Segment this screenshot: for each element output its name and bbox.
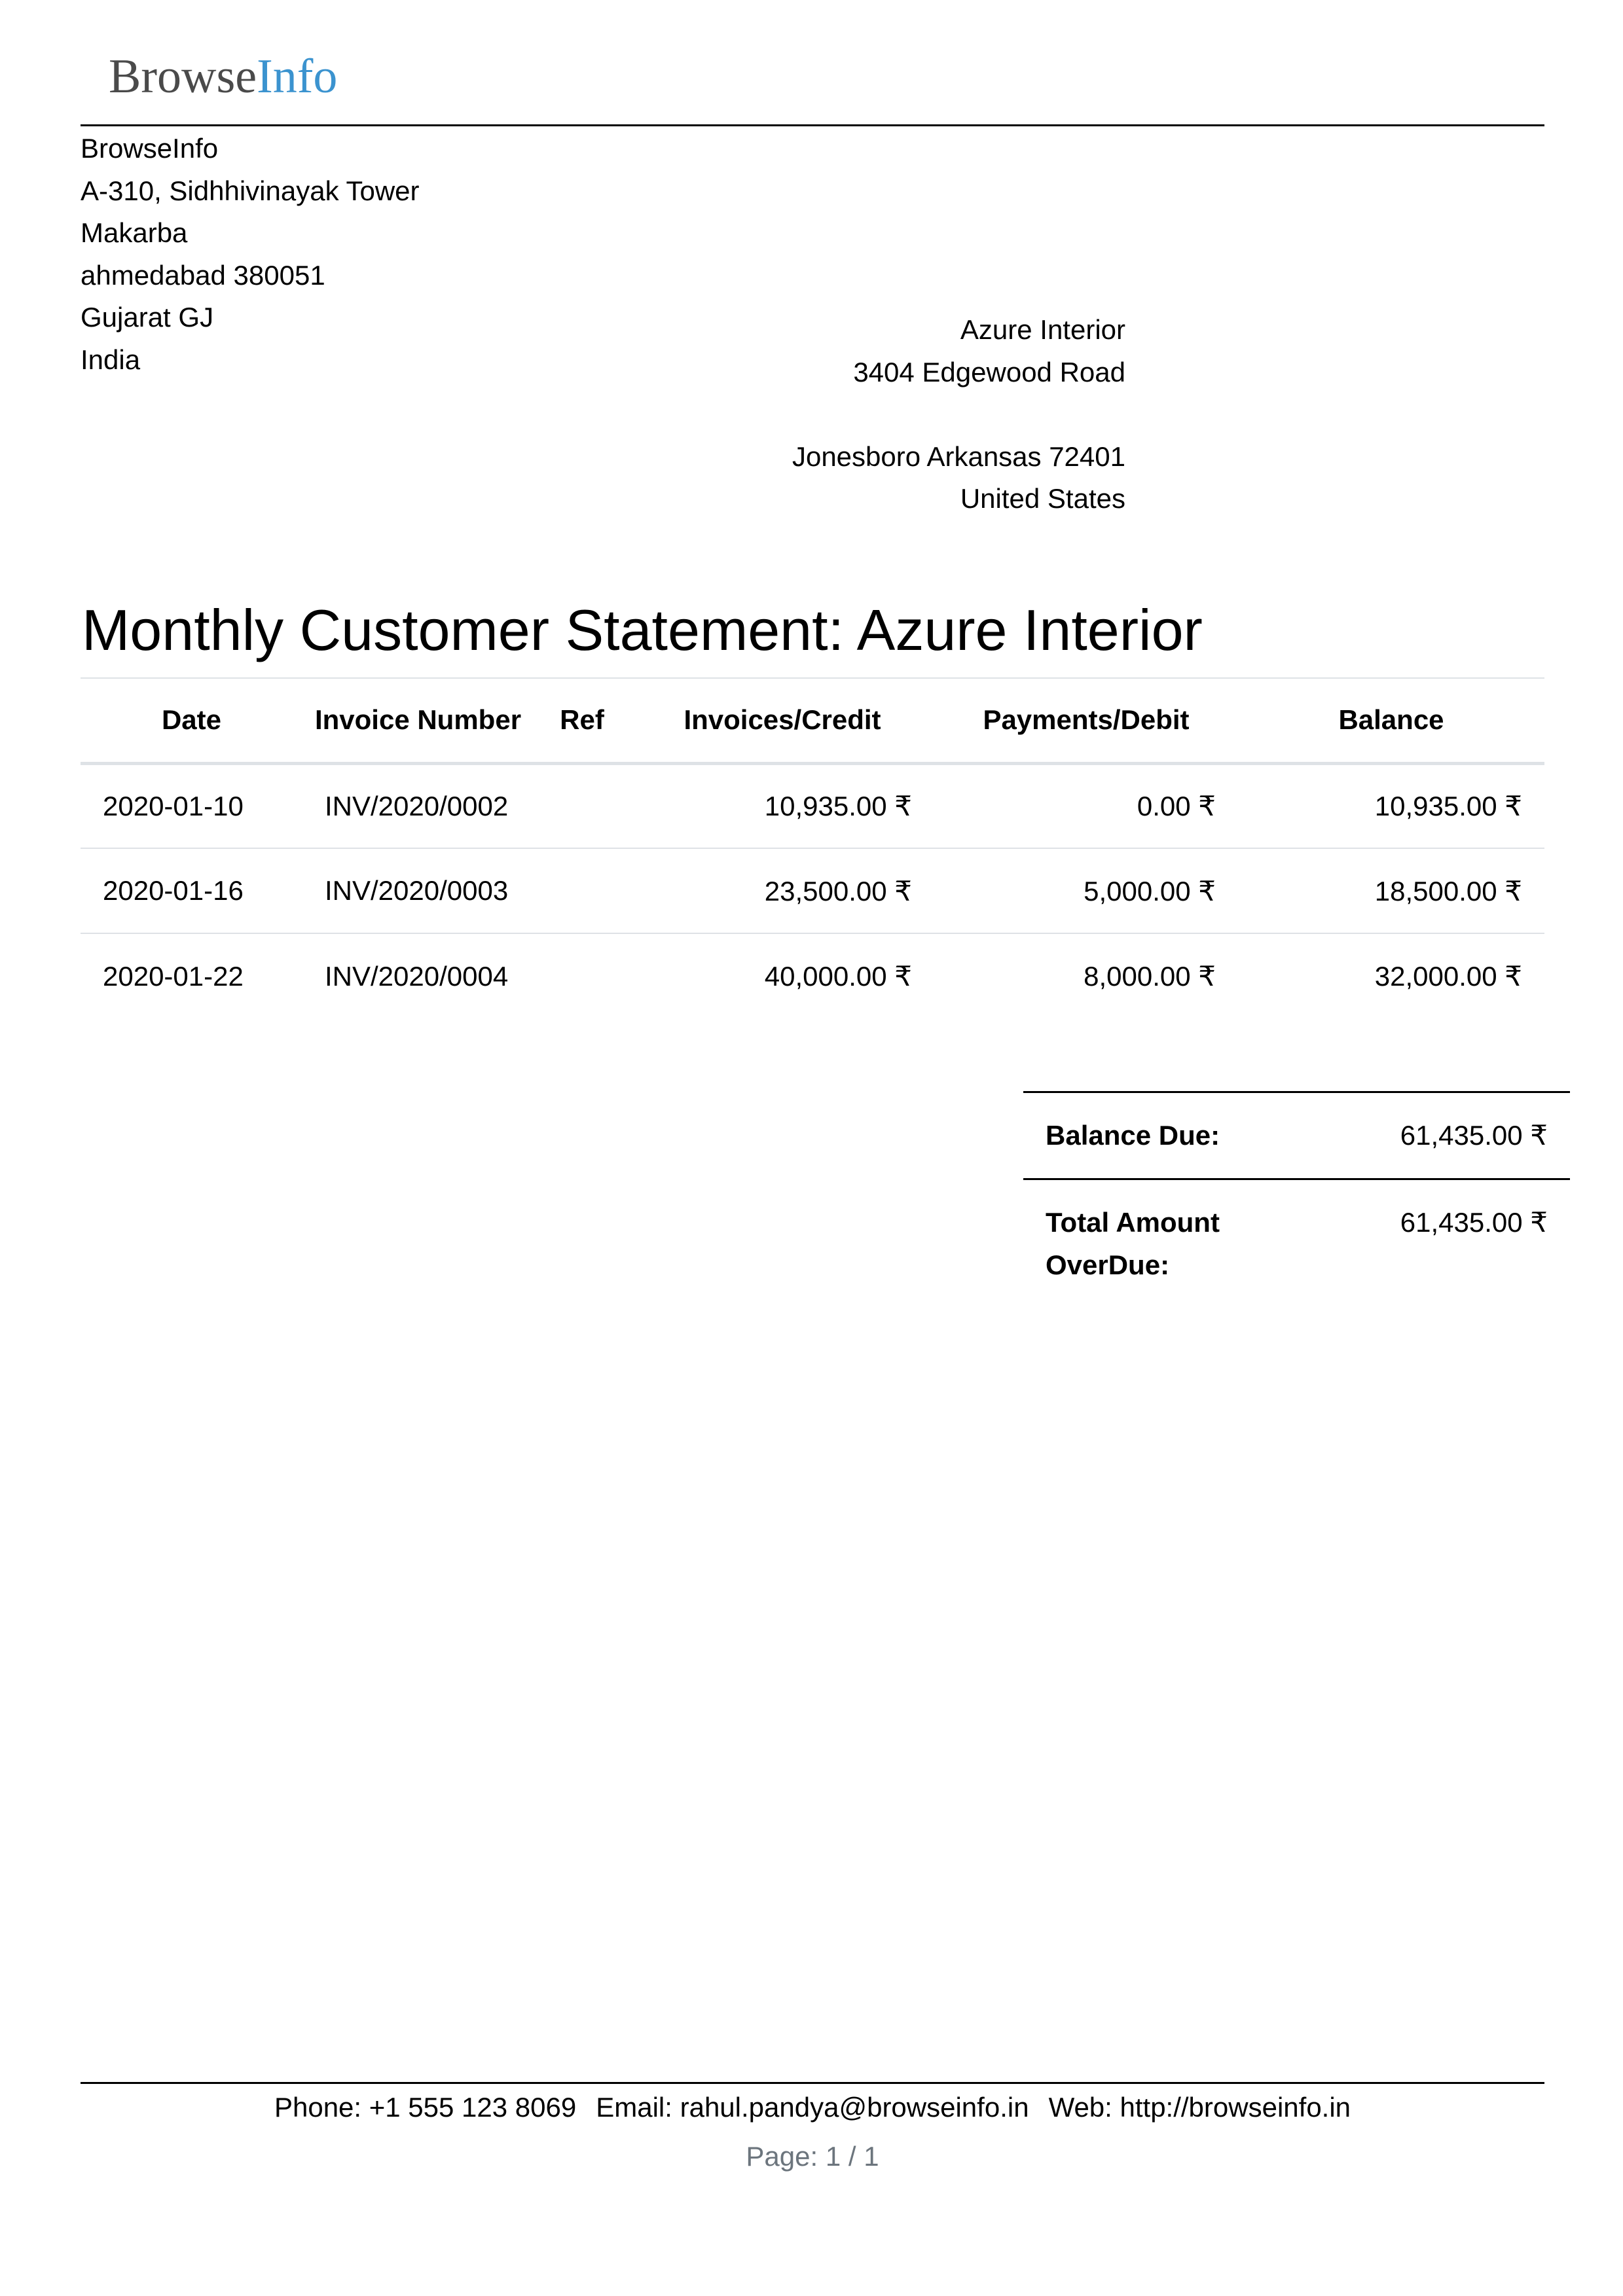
customer-address: Azure Interior 3404 Edgewood Road Jonesb… <box>655 309 1125 520</box>
cell-balance: 18,500.00 ₹ <box>1238 848 1544 933</box>
header-divider <box>81 124 1544 126</box>
total-overdue-label: Total Amount OverDue: <box>1046 1202 1220 1286</box>
table-row: 2020-01-16 INV/2020/0003 23,500.00 ₹ 5,0… <box>81 848 1544 933</box>
column-header-invoice-number: Invoice Number <box>314 704 522 736</box>
total-overdue-label-line2: OverDue: <box>1046 1249 1170 1280</box>
cell-ref <box>534 933 630 1018</box>
company-name: BrowseInfo <box>81 133 219 164</box>
table-header-row: Date Invoice Number Ref Invoices/Credit … <box>81 678 1544 763</box>
customer-street: 3404 Edgewood Road <box>853 356 1125 387</box>
column-header-invoices-credit: Invoices/Credit <box>684 704 881 736</box>
footer-divider <box>81 2082 1544 2084</box>
logo-text-browse: Browse <box>109 50 257 103</box>
footer-contact: Phone: +1 555 123 8069 Email: rahul.pandy… <box>81 2087 1544 2128</box>
cell-date: 2020-01-16 <box>81 848 302 933</box>
total-overdue-row: Total Amount OverDue: 61,435.00 ₹ <box>1023 1178 1570 1298</box>
cell-payments-debit: 5,000.00 ₹ <box>934 848 1238 933</box>
statement-table: Date Invoice Number Ref Invoices/Credit … <box>81 677 1544 1018</box>
totals-summary: Balance Due: 61,435.00 ₹ Total Amount Ov… <box>1023 1091 1570 1298</box>
total-overdue-value: 61,435.00 ₹ <box>1400 1207 1548 1238</box>
company-city-zip: ahmedabad 380051 <box>81 259 325 291</box>
customer-country: United States <box>960 483 1125 514</box>
column-header-balance: Balance <box>1338 704 1444 736</box>
cell-invoice-number: INV/2020/0004 <box>302 933 534 1018</box>
cell-invoice-number: INV/2020/0002 <box>325 790 509 821</box>
table-row: 2020-01-22 INV/2020/0004 40,000.00 ₹ 8,0… <box>81 933 1544 1018</box>
table-body: 2020-01-10 INV/2020/0002 10,935.00 ₹ 0.0… <box>81 763 1544 1018</box>
balance-due-row: Balance Due: 61,435.00 ₹ <box>1023 1091 1570 1178</box>
total-overdue-label-line1: Total Amount <box>1046 1207 1220 1238</box>
customer-street2 <box>655 393 1125 436</box>
column-header-payments-debit: Payments/Debit <box>983 704 1190 736</box>
cell-invoices-credit: 10,935.00 ₹ <box>764 791 912 822</box>
cell-payments-debit: 8,000.00 ₹ <box>934 933 1238 1018</box>
cell-payments-debit: 0.00 ₹ <box>1137 791 1216 822</box>
company-logo: BrowseInfo <box>109 47 337 106</box>
cell-ref <box>534 848 630 933</box>
cell-date: 2020-01-10 <box>103 790 244 821</box>
cell-date: 2020-01-22 <box>81 933 302 1018</box>
logo-text-info: Info <box>257 50 338 103</box>
customer-city-state-zip: Jonesboro Arkansas 72401 <box>792 440 1125 472</box>
cell-invoice-number: INV/2020/0003 <box>302 848 534 933</box>
footer-phone: Phone: +1 555 123 8069 <box>274 2092 577 2123</box>
balance-due-value: 61,435.00 ₹ <box>1400 1120 1548 1151</box>
company-country: India <box>81 344 141 375</box>
table-row: 2020-01-10 INV/2020/0002 10,935.00 ₹ 0.0… <box>81 763 1544 848</box>
company-street: A-310, Sidhhivinayak Tower <box>81 175 420 206</box>
footer-web: Web: http://browseinfo.in <box>1048 2092 1351 2123</box>
column-header-date: Date <box>161 704 222 736</box>
page-number: Page: 1 / 1 <box>746 2141 879 2172</box>
customer-name: Azure Interior <box>960 314 1125 345</box>
table-header: Date Invoice Number Ref Invoices/Credit … <box>81 678 1544 763</box>
company-street2: Makarba <box>81 217 188 248</box>
cell-balance: 32,000.00 ₹ <box>1238 933 1544 1018</box>
cell-invoices-credit: 23,500.00 ₹ <box>630 848 934 933</box>
cell-balance: 10,935.00 ₹ <box>1374 791 1522 822</box>
company-state: Gujarat GJ <box>81 302 214 332</box>
footer-email: Email: rahul.pandya@browseinfo.in <box>596 2092 1029 2123</box>
company-address: BrowseInfo A-310, Sidhhivinayak Tower Ma… <box>81 128 420 381</box>
column-header-ref: Ref <box>560 704 604 736</box>
cell-invoices-credit: 40,000.00 ₹ <box>630 933 934 1018</box>
cell-ref <box>534 763 630 848</box>
page-title: Monthly Customer Statement: Azure Interi… <box>82 598 1203 662</box>
balance-due-label: Balance Due: <box>1046 1120 1220 1151</box>
